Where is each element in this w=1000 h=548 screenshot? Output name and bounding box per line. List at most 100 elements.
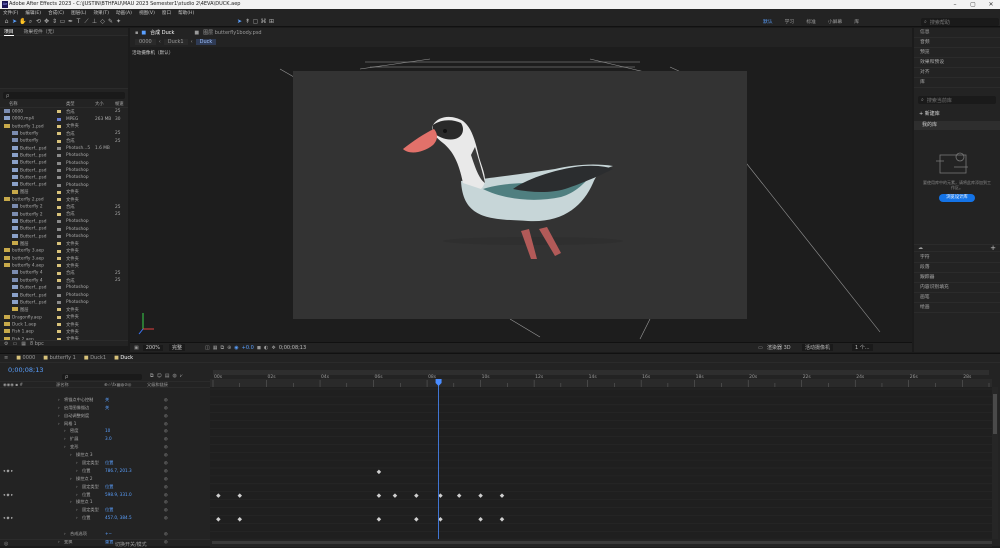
region-icon[interactable]: ◫ — [205, 345, 210, 351]
label-color-swatch[interactable] — [57, 220, 61, 224]
project-item[interactable]: butterfly 合成 25 — [0, 130, 128, 137]
expand-arrow-icon[interactable]: › — [76, 460, 78, 465]
menu-item[interactable]: 效果(T) — [93, 10, 109, 16]
menu-item[interactable]: 文件(F) — [3, 10, 18, 16]
property-value[interactable]: 关 — [105, 397, 109, 403]
label-color-swatch[interactable] — [57, 205, 61, 209]
property-value[interactable]: 关 — [105, 405, 109, 411]
label-color-swatch[interactable] — [57, 183, 61, 187]
menu-item[interactable]: 编辑(E) — [25, 10, 41, 16]
label-color-swatch[interactable] — [57, 198, 61, 202]
label-color-swatch[interactable] — [57, 146, 61, 150]
expand-arrow-icon[interactable]: › — [64, 436, 66, 441]
property-value[interactable]: 598.9, 331.0 — [105, 492, 132, 497]
expand-arrow-icon[interactable]: › — [58, 405, 60, 410]
expand-arrow-icon[interactable]: › — [76, 468, 78, 473]
label-color-swatch[interactable] — [57, 257, 61, 261]
roto-brush-icon[interactable]: ✎ — [107, 18, 114, 25]
timeline-property-row[interactable]: › 启用图像描边 关 ◎ — [0, 405, 210, 413]
right-panel-section[interactable]: 库 — [914, 78, 1000, 88]
keyframe-nav-icon[interactable]: ◂ ◆ ▸ — [3, 492, 13, 497]
parent-column[interactable]: 父级和链接 — [147, 382, 168, 388]
help-search-input[interactable]: 搜索帮助 — [930, 19, 950, 26]
right-panel-section[interactable]: 音频 — [914, 38, 1000, 48]
project-search-input[interactable]: ρ — [6, 93, 9, 99]
camera-dropdown[interactable]: 活动摄像机 — [802, 344, 834, 351]
project-tab[interactable]: 效果控件（无） — [24, 28, 58, 35]
zoom-tool-icon[interactable]: ⌕ — [27, 18, 34, 25]
breadcrumb-item[interactable]: 0000 — [135, 38, 156, 45]
snap-icon[interactable]: ⌘ — [260, 18, 267, 25]
timeline-property-row[interactable]: › 操控点 3 ◎ — [0, 452, 210, 460]
keyframe-nav-icon[interactable]: ◂ ◆ ▸ — [3, 468, 13, 473]
draft-3d-icon[interactable]: ▭ — [758, 345, 763, 351]
label-color-swatch[interactable] — [57, 227, 61, 231]
project-item[interactable]: butterfly 1.psd 文件夹 — [0, 123, 128, 130]
transparency-grid-icon[interactable]: ▦ — [213, 345, 218, 351]
keyframe-nav-icon[interactable]: ◂ ◆ ▸ — [3, 515, 13, 520]
channel-icon[interactable]: ❖ — [271, 345, 275, 351]
column-type[interactable]: 类型 — [66, 101, 75, 107]
new-folder-icon[interactable]: ▭ — [12, 341, 17, 347]
workspace-tab[interactable]: 小屏幕 — [828, 18, 842, 25]
label-color-swatch[interactable] — [57, 279, 61, 283]
label-color-swatch[interactable] — [57, 212, 61, 216]
add-icon[interactable]: + — [990, 244, 996, 252]
timeline-property-row[interactable]: › 固定类型 位置 ◎ — [0, 507, 210, 515]
project-item[interactable]: butterfly 2.psd 文件夹 — [0, 196, 128, 203]
expression-icon[interactable]: ◎ — [164, 421, 168, 426]
composition-canvas[interactable] — [293, 71, 747, 319]
project-item[interactable]: Duck 1.aep 文件夹 — [0, 321, 128, 328]
minimize-icon[interactable]: – — [946, 0, 964, 9]
project-item[interactable]: Butterf...psd Photoshop — [0, 152, 128, 159]
project-item[interactable]: Butterf...psd Photoshop — [0, 181, 128, 188]
graph-editor-icon[interactable]: ⩗ — [180, 373, 183, 379]
property-value[interactable]: 3.0 — [105, 436, 112, 441]
project-item[interactable]: Butterf...psd Photoshop — [0, 159, 128, 166]
label-color-swatch[interactable] — [57, 132, 61, 136]
label-color-swatch[interactable] — [57, 235, 61, 239]
new-comp-icon[interactable]: ▦ — [21, 341, 26, 347]
expand-arrow-icon[interactable]: › — [58, 421, 60, 426]
menu-item[interactable]: 合成(C) — [48, 10, 64, 16]
selection-tool-icon[interactable]: ➤ — [11, 18, 18, 25]
label-color-swatch[interactable] — [57, 154, 61, 158]
timeline-property-row[interactable]: ◂ ◆ ▸ › 位置 457.0, 384.5 ◎ — [0, 515, 210, 523]
label-color-swatch[interactable] — [57, 190, 61, 194]
project-item[interactable]: 图层 文件夹 — [0, 306, 128, 313]
project-item[interactable]: Butterf...psd Photoshop — [0, 284, 128, 291]
motion-blur-icon[interactable]: ◍ — [173, 373, 177, 379]
timeline-property-row[interactable]: › 操控点 2 ◎ — [0, 476, 210, 484]
property-value[interactable]: 位置 — [105, 484, 113, 490]
home-icon[interactable]: ⌂ — [3, 18, 10, 25]
zoom-dropdown[interactable]: 200% — [142, 344, 164, 351]
property-value[interactable]: 位置 — [105, 460, 113, 466]
menu-item[interactable]: 帮助(H) — [178, 10, 194, 16]
rectangle-tool-icon[interactable]: ▭ — [59, 18, 66, 25]
project-item[interactable]: Butterf...psd Photoshop — [0, 299, 128, 306]
label-color-swatch[interactable] — [57, 176, 61, 180]
label-color-swatch[interactable] — [57, 139, 61, 143]
project-item[interactable]: Butterf...psd Photoshop — [0, 226, 128, 233]
breadcrumb-item[interactable]: Duck — [195, 38, 217, 45]
type-tool-icon[interactable]: T — [75, 18, 82, 25]
expression-icon[interactable]: ◎ — [164, 444, 168, 449]
expression-icon[interactable]: ◎ — [164, 460, 168, 465]
timeline-property-row[interactable] — [0, 389, 210, 397]
axis-local-icon[interactable]: ➤ — [236, 18, 243, 25]
right-panel-section[interactable]: 信息 — [914, 28, 1000, 38]
library-search-input[interactable]: 搜索当前库 — [927, 97, 952, 104]
project-item[interactable]: butterfly 3.aep 文件夹 — [0, 248, 128, 255]
timeline-property-row[interactable]: › 固定类型 位置 ◎ — [0, 484, 210, 492]
workspace-tab[interactable]: 标准 — [806, 18, 816, 25]
label-color-swatch[interactable] — [57, 286, 61, 290]
timeline-menu-icon[interactable]: ≡ — [4, 355, 8, 361]
toggle-switches-modes[interactable]: 切换开关/模式 — [115, 541, 147, 548]
timeline-property-row[interactable]: › 将锚点中心控制 关 ◎ — [0, 397, 210, 405]
timeline-property-row[interactable]: › 扩展 3.0 ◎ — [0, 436, 210, 444]
right-panel-section[interactable]: 画笔 — [914, 293, 1000, 303]
expression-icon[interactable]: ◎ — [164, 492, 168, 497]
expand-arrow-icon[interactable]: › — [64, 444, 66, 449]
project-item[interactable]: 图层 文件夹 — [0, 189, 128, 196]
bit-depth[interactable]: 8 bpc — [30, 341, 44, 347]
